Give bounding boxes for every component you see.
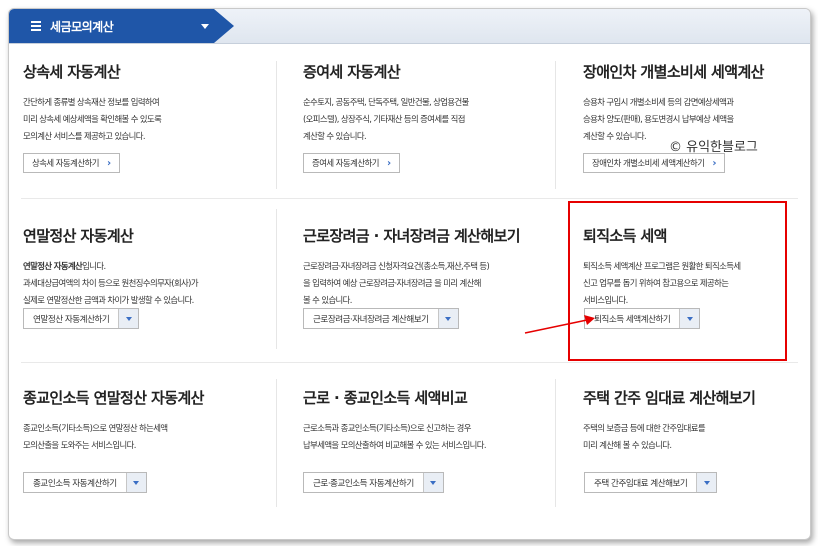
button-label: 주택 간주임대료 계산해보기 bbox=[594, 478, 688, 489]
button-label: 근로장려금·자녀장려금 계산해보기 bbox=[313, 314, 429, 325]
row-divider bbox=[21, 362, 798, 363]
chevron-down-icon bbox=[696, 473, 717, 492]
column-divider bbox=[276, 61, 277, 189]
card-description: 종교인소득(기타소득)으로 연말정산 하는세액 모의산출을 도와주는 서비스입니… bbox=[23, 420, 263, 454]
card-gift-tax: 증여세 자동계산 순수토지, 공동주택, 단독주택, 일반건물, 상업용건물 (… bbox=[303, 61, 543, 145]
menu-dropdown-tab[interactable]: 세금모의계산 bbox=[9, 9, 234, 43]
card-title: 상속세 자동계산 bbox=[23, 63, 121, 81]
chevron-right-icon: › bbox=[387, 157, 391, 169]
desc-line: 연말정산 자동계산입니다. bbox=[23, 258, 263, 275]
desc-line: 간단하게 종류별 상속재산 정보를 입력하여 bbox=[23, 97, 160, 107]
desc-line: 승용차 양도(판매), 용도변경시 납부예상 세액을 bbox=[583, 114, 734, 124]
chevron-down-icon bbox=[437, 309, 458, 328]
chevron-right-icon: › bbox=[712, 157, 717, 169]
desc-rest: 입니다. bbox=[82, 261, 106, 271]
card-description: 연말정산 자동계산입니다. 과세대상급여액의 차이 등으로 원천징수의무자(회사… bbox=[23, 258, 263, 309]
card-description: 순수토지, 공동주택, 단독주택, 일반건물, 상업용건물 (오피스텔), 상장… bbox=[303, 94, 543, 145]
desc-line: 볼 수 있습니다. bbox=[303, 295, 352, 305]
card-title: 연말정산 자동계산 bbox=[23, 227, 134, 245]
hamburger-icon bbox=[31, 21, 41, 31]
card-housing-deemed-rent: 주택 간주 임대료 계산해보기 주택의 보증금 등에 대한 간주임대료를 미리 … bbox=[583, 387, 810, 454]
desc-line: 모의계산 서비스를 제공하고 있습니다. bbox=[23, 131, 146, 141]
desc-line: 과세대상급여액의 차이 등으로 원천징수의무자(회사)가 bbox=[23, 278, 199, 288]
column-divider bbox=[555, 379, 556, 507]
work-incentive-select-button[interactable]: 근로장려금·자녀장려금 계산해보기 bbox=[303, 308, 459, 329]
button-label: 장애인차 개별소비세 세액계산하기 bbox=[592, 158, 705, 168]
button-label: 종교인소득 자동계산하기 bbox=[33, 478, 117, 489]
card-labor-religious-comparison: 근로 · 종교인소득 세액비교 근로소득과 종교인소득(기타소득)으로 신고하는… bbox=[303, 387, 543, 454]
card-title: 주택 간주 임대료 계산해보기 bbox=[583, 389, 756, 407]
gift-tax-calc-button[interactable]: 증여세 자동계산하기 › bbox=[303, 153, 400, 173]
card-title: 근로장려금 · 자녀장려금 계산해보기 bbox=[303, 227, 521, 245]
card-title: 장애인차 개별소비세 세액계산 bbox=[583, 63, 764, 81]
card-religious-income-settlement: 종교인소득 연말정산 자동계산 종교인소득(기타소득)으로 연말정산 하는세액 … bbox=[23, 387, 263, 454]
desc-line: (오피스텔), 상장주식, 기타재산 등의 증여세를 직접 bbox=[303, 114, 465, 124]
row-divider bbox=[21, 198, 798, 199]
chevron-right-icon: › bbox=[107, 157, 111, 169]
column-divider bbox=[555, 61, 556, 189]
menu-title: 세금모의계산 bbox=[50, 19, 114, 34]
desc-line: 순수토지, 공동주택, 단독주택, 일반건물, 상업용건물 bbox=[303, 97, 469, 107]
desc-line: 근로장려금·자녀장려금 신청자격요건(총소득,재산,주택 등) bbox=[303, 261, 490, 271]
desc-line: 근로소득과 종교인소득(기타소득)으로 신고하는 경우 bbox=[303, 423, 471, 433]
year-end-settlement-select-button[interactable]: 연말정산 자동계산하기 bbox=[23, 308, 140, 329]
desc-line: 승용차 구입시 개별소비세 등의 감면예상세액과 bbox=[583, 97, 734, 107]
card-description: 근로소득과 종교인소득(기타소득)으로 신고하는 경우 납부세액을 모의산출하여… bbox=[303, 420, 543, 454]
desc-line: 모의산출을 도와주는 서비스입니다. bbox=[23, 440, 136, 450]
card-year-end-settlement: 연말정산 자동계산 연말정산 자동계산입니다. 과세대상급여액의 차이 등으로 … bbox=[23, 225, 263, 309]
desc-line: 실제로 연말정산한 금액과 차이가 발생할 수 있습니다. bbox=[23, 295, 194, 305]
red-arrow-icon bbox=[524, 315, 595, 334]
top-bar: 세금모의계산 bbox=[9, 9, 810, 44]
card-title: 근로 · 종교인소득 세액비교 bbox=[303, 389, 468, 407]
desc-line: 미리 계산해 볼 수 있습니다. bbox=[583, 440, 672, 450]
desc-line: 납부세액을 모의산출하여 비교해볼 수 있는 서비스입니다. bbox=[303, 440, 487, 450]
housing-deemed-rent-select-button[interactable]: 주택 간주임대료 계산해보기 bbox=[584, 472, 718, 493]
column-divider bbox=[276, 209, 277, 349]
desc-bold: 연말정산 자동계산 bbox=[23, 261, 83, 271]
desc-line: 미리 상속세 예상세액을 확인해볼 수 있도록 bbox=[23, 114, 162, 124]
chevron-down-icon bbox=[118, 309, 139, 328]
inheritance-tax-calc-button[interactable]: 상속세 자동계산하기 › bbox=[23, 153, 120, 173]
card-work-incentive: 근로장려금 · 자녀장려금 계산해보기 근로장려금·자녀장려금 신청자격요건(총… bbox=[303, 225, 543, 309]
watermark: © 유익한블로그 bbox=[669, 140, 758, 155]
chevron-down-icon bbox=[422, 473, 443, 492]
card-disabled-vehicle-tax: 장애인차 개별소비세 세액계산 승용차 구입시 개별소비세 등의 감면예상세액과… bbox=[583, 61, 810, 145]
button-label: 근로·종교인소득 자동계산하기 bbox=[313, 478, 414, 489]
desc-line: 주택의 보증금 등에 대한 간주임대료를 bbox=[583, 423, 706, 433]
column-divider bbox=[276, 379, 277, 507]
card-inheritance-tax: 상속세 자동계산 간단하게 종류별 상속재산 정보를 입력하여 미리 상속세 예… bbox=[23, 61, 263, 145]
card-title: 종교인소득 연말정산 자동계산 bbox=[23, 389, 204, 407]
card-description: 주택의 보증금 등에 대한 간주임대료를 미리 계산해 볼 수 있습니다. bbox=[583, 420, 810, 454]
button-label: 상속세 자동계산하기 bbox=[32, 158, 100, 168]
button-label: 증여세 자동계산하기 bbox=[312, 158, 380, 168]
desc-line: 종교인소득(기타소득)으로 연말정산 하는세액 bbox=[23, 423, 168, 433]
disabled-vehicle-tax-calc-button[interactable]: 장애인차 개별소비세 세액계산하기 › bbox=[583, 153, 726, 173]
chevron-down-icon bbox=[125, 473, 146, 492]
religious-income-select-button[interactable]: 종교인소득 자동계산하기 bbox=[23, 472, 147, 493]
caret-down-icon bbox=[201, 24, 209, 29]
app-window: 세금모의계산 상속세 자동계산 간단하게 종류별 상속재산 정보를 입력하여 미… bbox=[8, 8, 811, 540]
card-description: 근로장려금·자녀장려금 신청자격요건(총소득,재산,주택 등) 을 입력하여 예… bbox=[303, 258, 543, 309]
labor-religious-select-button[interactable]: 근로·종교인소득 자동계산하기 bbox=[303, 472, 444, 493]
desc-line: 을 입력하여 예상 근로장려금·자녀장려금 을 미리 계산해 bbox=[303, 278, 481, 288]
desc-line: 계산할 수 있습니다. bbox=[303, 131, 367, 141]
card-title: 증여세 자동계산 bbox=[303, 63, 401, 81]
button-label: 연말정산 자동계산하기 bbox=[33, 314, 110, 325]
card-description: 간단하게 종류별 상속재산 정보를 입력하여 미리 상속세 예상세액을 확인해볼… bbox=[23, 94, 263, 145]
